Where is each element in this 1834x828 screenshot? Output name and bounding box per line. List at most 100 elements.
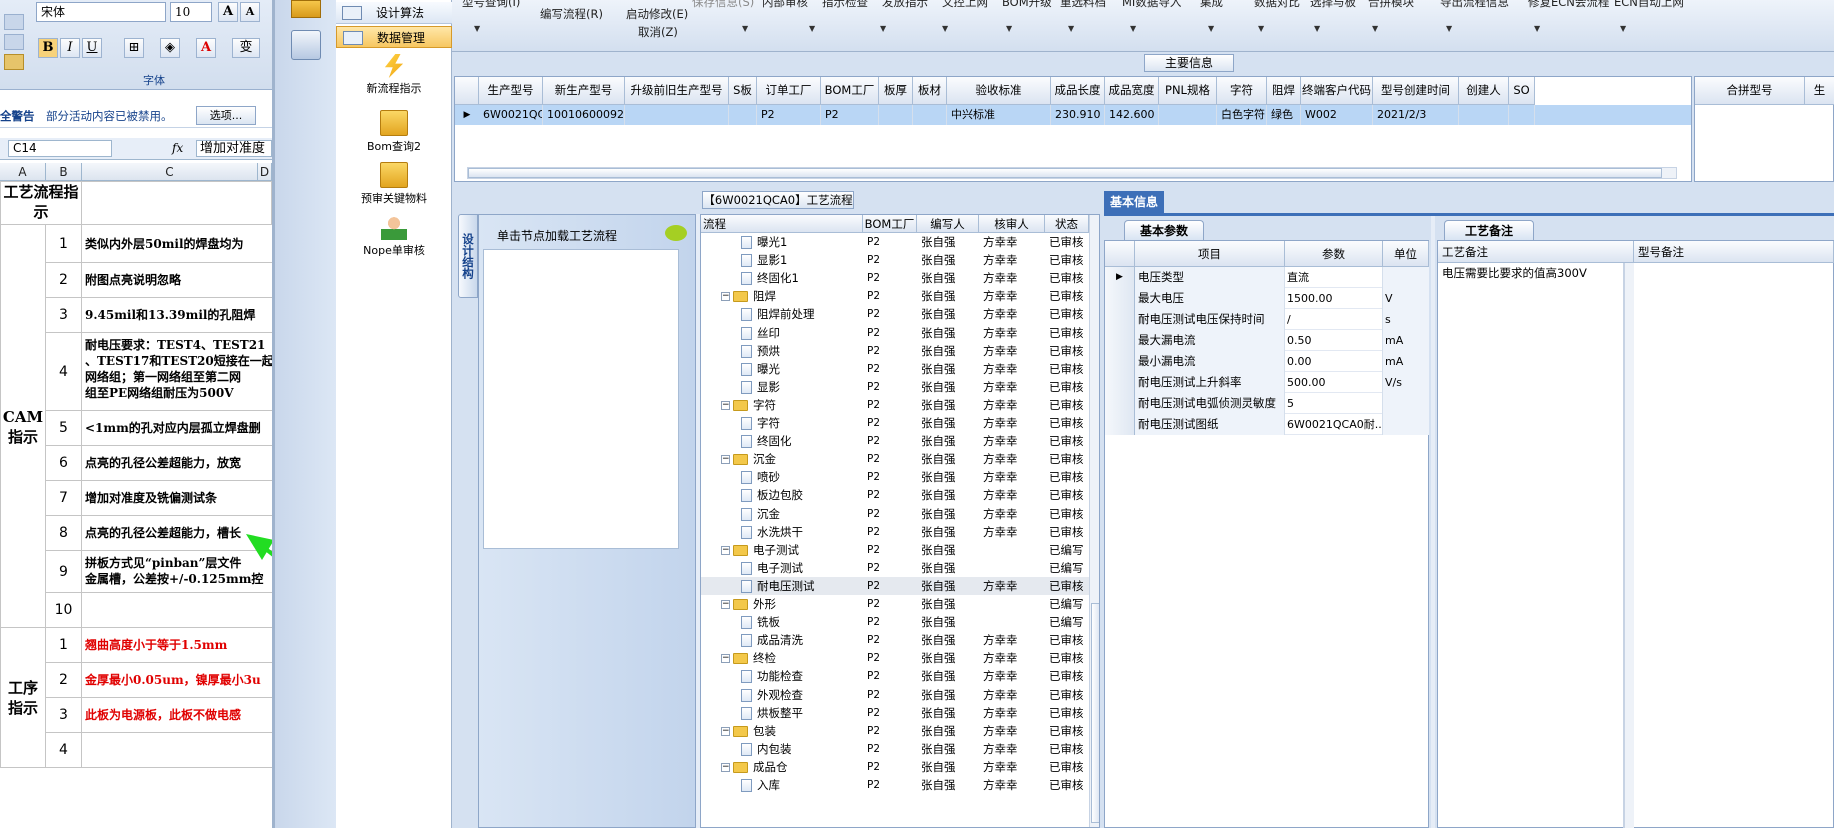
- flow-tree-cell[interactable]: 板边包胶: [701, 486, 863, 504]
- flow-writer-cell[interactable]: 张自强: [917, 758, 979, 776]
- chevron-down-icon[interactable]: ▼: [474, 24, 480, 33]
- flow-writer-cell[interactable]: 张自强: [917, 631, 979, 649]
- flow-writer-cell[interactable]: 张自强: [917, 269, 979, 287]
- flow-checker-cell[interactable]: 方幸幸: [979, 396, 1045, 414]
- flow-tree-cell[interactable]: − 字符: [701, 396, 863, 414]
- flow-status-cell[interactable]: 已审核: [1045, 649, 1089, 667]
- chevron-down-icon[interactable]: ▼: [1130, 24, 1136, 33]
- flow-col-header[interactable]: 状态: [1045, 215, 1089, 233]
- flow-checker-cell[interactable]: 方幸幸: [979, 722, 1045, 740]
- chevron-down-icon[interactable]: ▼: [1372, 24, 1378, 33]
- flow-checker-cell[interactable]: 方幸幸: [979, 432, 1045, 450]
- flow-row[interactable]: 曝光1 P2 张自强 方幸幸 已审核: [701, 233, 1089, 251]
- factory-icon[interactable]: [291, 0, 321, 18]
- flow-tree-cell[interactable]: 终固化1: [701, 269, 863, 287]
- flow-bom-cell[interactable]: P2: [863, 631, 917, 649]
- main-info-cell[interactable]: [625, 105, 729, 125]
- process-remark-box[interactable]: 电压需要比要求的值高300V: [1438, 263, 1624, 828]
- main-col-header[interactable]: 订单工厂: [757, 77, 821, 105]
- process-flow-header-cell[interactable]: 工艺流程指示: [0, 181, 82, 225]
- grow-font-button[interactable]: A: [218, 2, 238, 22]
- flow-row[interactable]: 曝光 P2 张自强 方幸幸 已审核: [701, 360, 1089, 378]
- params-col-header[interactable]: 参数: [1285, 241, 1383, 267]
- collapse-icon[interactable]: −: [721, 292, 730, 302]
- row-number[interactable]: 2: [46, 663, 82, 698]
- toolbar-button-14[interactable]: 导出流程信息: [1440, 0, 1509, 10]
- nav-tool-3[interactable]: 预审关键物料: [336, 162, 452, 206]
- flow-bom-cell[interactable]: P2: [863, 287, 917, 305]
- flow-checker-cell[interactable]: 方幸幸: [979, 305, 1045, 323]
- formula-input[interactable]: 增加对准度: [196, 140, 272, 157]
- flow-writer-cell[interactable]: 张自强: [917, 414, 979, 432]
- phonetic-icon[interactable]: 变: [232, 38, 260, 58]
- flow-bom-cell[interactable]: P2: [863, 486, 917, 504]
- flow-tree-cell[interactable]: 曝光1: [701, 233, 863, 251]
- flow-status-cell[interactable]: 已审核: [1045, 251, 1089, 269]
- param-item-cell[interactable]: 耐电压测试电压保持时间: [1135, 309, 1285, 330]
- flow-row[interactable]: 显影 P2 张自强 方幸幸 已审核: [701, 378, 1089, 396]
- flow-tree-cell[interactable]: 耐电压测试: [701, 577, 863, 595]
- flow-bom-cell[interactable]: P2: [863, 577, 917, 595]
- flow-row[interactable]: 板边包胶 P2 张自强 方幸幸 已审核: [701, 486, 1089, 504]
- nav-tool-2[interactable]: Bom查询2: [336, 110, 452, 154]
- toolbar-button-7[interactable]: BOM升级: [1002, 0, 1052, 10]
- col-merge-extra[interactable]: 生: [1805, 77, 1834, 105]
- toolbar-button-2[interactable]: 保存信息(S): [692, 0, 754, 10]
- nav-tool-4[interactable]: Nope单审核: [336, 216, 452, 258]
- flow-checker-cell[interactable]: [979, 613, 1045, 631]
- flow-bom-cell[interactable]: P2: [863, 396, 917, 414]
- flow-writer-cell[interactable]: 张自强: [917, 523, 979, 541]
- flow-tree-cell[interactable]: 铣板: [701, 613, 863, 631]
- underline-button[interactable]: U: [82, 38, 102, 58]
- flow-tree-cell[interactable]: − 包装: [701, 722, 863, 740]
- name-box[interactable]: C14: [8, 140, 112, 157]
- flow-row[interactable]: 铣板 P2 张自强 已编写: [701, 613, 1089, 631]
- remark-scrollbar[interactable]: [1624, 263, 1634, 828]
- flow-bom-cell[interactable]: P2: [863, 414, 917, 432]
- flow-writer-cell[interactable]: 张自强: [917, 595, 979, 613]
- flow-writer-cell[interactable]: 张自强: [917, 686, 979, 704]
- flow-row[interactable]: 外观检查 P2 张自强 方幸幸 已审核: [701, 686, 1089, 704]
- param-unit-cell[interactable]: mA: [1383, 351, 1429, 372]
- cam-group-cell[interactable]: CAM指示: [0, 225, 46, 628]
- flow-writer-cell[interactable]: 张自强: [917, 740, 979, 758]
- param-row[interactable]: 耐电压测试图纸 6W0021QCA0耐...: [1105, 414, 1429, 435]
- flow-tree-cell[interactable]: 内包装: [701, 740, 863, 758]
- flow-checker-cell[interactable]: 方幸幸: [979, 686, 1045, 704]
- font-size-select[interactable]: 10: [170, 2, 212, 22]
- clipboard-icons[interactable]: [4, 14, 24, 74]
- flow-bom-cell[interactable]: P2: [863, 523, 917, 541]
- flow-bom-cell[interactable]: P2: [863, 251, 917, 269]
- chevron-down-icon[interactable]: ▼: [1006, 24, 1012, 33]
- flow-row[interactable]: 字符 P2 张自强 方幸幸 已审核: [701, 414, 1089, 432]
- row-number[interactable]: 5: [46, 411, 82, 446]
- instruction-cell[interactable]: 点亮的孔径公差超能力，放宽: [82, 446, 272, 481]
- row-number[interactable]: 8: [46, 516, 82, 551]
- param-value-cell[interactable]: 1500.00: [1285, 288, 1383, 309]
- flow-writer-cell[interactable]: 张自强: [917, 505, 979, 523]
- param-item-cell[interactable]: 耐电压测试图纸: [1135, 414, 1285, 435]
- flow-col-header[interactable]: 核审人: [979, 215, 1045, 233]
- flow-tree-cell[interactable]: 显影: [701, 378, 863, 396]
- collapse-icon[interactable]: −: [721, 762, 730, 772]
- main-info-cell[interactable]: 白色字符: [1217, 105, 1267, 125]
- flow-writer-cell[interactable]: 张自强: [917, 396, 979, 414]
- flow-row[interactable]: − 外形 P2 张自强 已编写: [701, 595, 1089, 613]
- params-col-header[interactable]: 单位: [1383, 241, 1429, 267]
- flow-writer-cell[interactable]: 张自强: [917, 577, 979, 595]
- param-row[interactable]: 最大电压 1500.00 V: [1105, 288, 1429, 309]
- flow-bom-cell[interactable]: P2: [863, 468, 917, 486]
- horizontal-scrollbar[interactable]: [467, 167, 1677, 179]
- flow-status-cell[interactable]: 已审核: [1045, 686, 1089, 704]
- flow-status-cell[interactable]: 已审核: [1045, 523, 1089, 541]
- main-info-cell[interactable]: [729, 105, 757, 125]
- flow-status-cell[interactable]: 已编写: [1045, 595, 1089, 613]
- main-info-cell[interactable]: 230.910: [1051, 105, 1105, 125]
- flow-status-cell[interactable]: 已审核: [1045, 740, 1089, 758]
- main-info-cell[interactable]: P2: [821, 105, 879, 125]
- row-number[interactable]: 10: [46, 593, 82, 628]
- main-col-header[interactable]: PNL规格: [1159, 77, 1217, 105]
- flow-writer-cell[interactable]: 张自强: [917, 233, 979, 251]
- col-process-remark[interactable]: 工艺备注: [1438, 241, 1634, 263]
- flow-status-cell[interactable]: 已审核: [1045, 505, 1089, 523]
